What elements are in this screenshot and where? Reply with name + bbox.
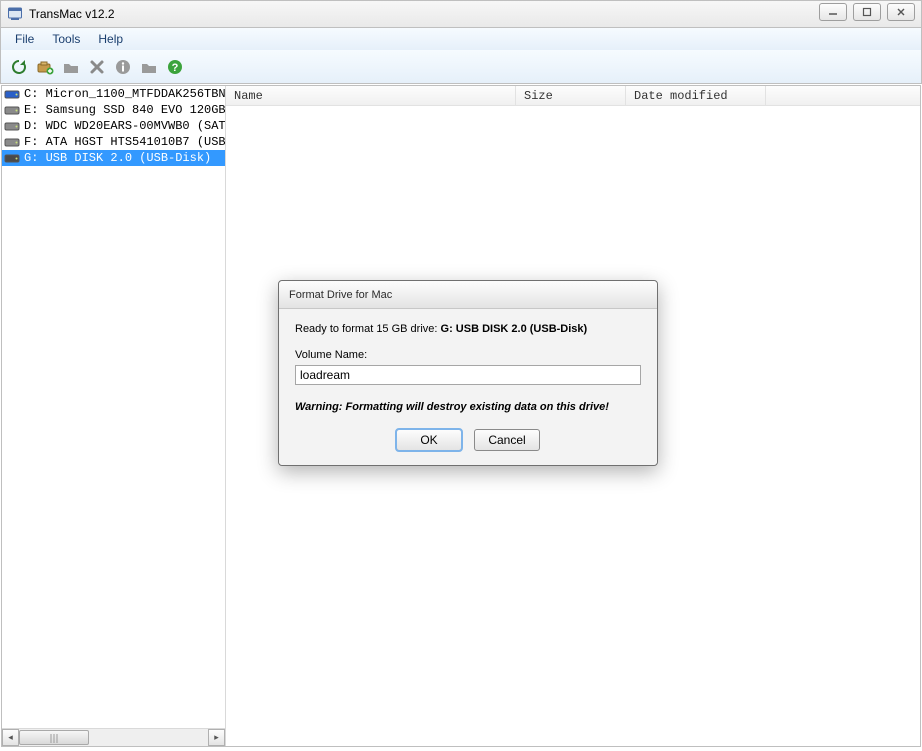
column-headers: Name Size Date modified xyxy=(226,86,920,106)
drive-icon xyxy=(4,88,20,100)
drive-label: E: Samsung SSD 840 EVO 120GB (S xyxy=(24,102,225,118)
scroll-thumb[interactable] xyxy=(19,730,89,745)
dialog-warning: Warning: Formatting will destroy existin… xyxy=(295,401,641,413)
tree-horizontal-scrollbar[interactable]: ◂ ▸ xyxy=(2,728,225,746)
drive-row[interactable]: E: Samsung SSD 840 EVO 120GB (S xyxy=(2,102,225,118)
dialog-ready-drive: G: USB DISK 2.0 (USB-Disk) xyxy=(441,323,588,335)
info-icon[interactable] xyxy=(113,57,133,77)
drive-icon xyxy=(4,120,20,132)
drive-icon xyxy=(4,152,20,164)
menubar: File Tools Help xyxy=(0,28,922,50)
refresh-icon[interactable] xyxy=(9,57,29,77)
drive-row[interactable]: G: USB DISK 2.0 (USB-Disk) xyxy=(2,150,225,166)
toolbar: ? xyxy=(0,50,922,84)
drive-icon xyxy=(4,136,20,148)
drive-label: C: Micron_1100_MTFDDAK256TBN (S xyxy=(24,86,225,102)
copy-icon[interactable] xyxy=(139,57,159,77)
format-drive-dialog: Format Drive for Mac Ready to format 15 … xyxy=(278,280,658,466)
app-icon xyxy=(7,6,23,22)
scroll-left-button[interactable]: ◂ xyxy=(2,729,19,746)
drive-label: D: WDC WD20EARS-00MVWB0 (SATA-D xyxy=(24,118,225,134)
menu-help[interactable]: Help xyxy=(90,30,131,48)
menu-file[interactable]: File xyxy=(7,30,42,48)
column-size[interactable]: Size xyxy=(516,86,626,105)
ok-button[interactable]: OK xyxy=(396,429,462,451)
cancel-button[interactable]: Cancel xyxy=(474,429,540,451)
delete-icon[interactable] xyxy=(87,57,107,77)
column-spacer xyxy=(766,86,920,105)
volume-name-label: Volume Name: xyxy=(295,349,641,361)
column-date[interactable]: Date modified xyxy=(626,86,766,105)
column-name[interactable]: Name xyxy=(226,86,516,105)
scroll-track[interactable] xyxy=(19,729,208,746)
drive-tree[interactable]: C: Micron_1100_MTFDDAK256TBN (SE: Samsun… xyxy=(2,86,225,728)
dialog-ready-line: Ready to format 15 GB drive: G: USB DISK… xyxy=(295,323,641,335)
drive-row[interactable]: F: ATA HGST HTS541010B7 (USB-Dis xyxy=(2,134,225,150)
drive-tree-pane: C: Micron_1100_MTFDDAK256TBN (SE: Samsun… xyxy=(2,86,226,746)
menu-tools[interactable]: Tools xyxy=(44,30,88,48)
window-close-button[interactable] xyxy=(887,3,915,21)
svg-text:?: ? xyxy=(172,62,179,74)
drive-row[interactable]: D: WDC WD20EARS-00MVWB0 (SATA-D xyxy=(2,118,225,134)
window-title: TransMac v12.2 xyxy=(29,7,115,21)
help-icon[interactable]: ? xyxy=(165,57,185,77)
window-maximize-button[interactable] xyxy=(853,3,881,21)
drive-label: G: USB DISK 2.0 (USB-Disk) xyxy=(24,150,211,166)
window-titlebar: TransMac v12.2 xyxy=(0,0,922,28)
drive-label: F: ATA HGST HTS541010B7 (USB-Dis xyxy=(24,134,225,150)
folder-icon[interactable] xyxy=(61,57,81,77)
scroll-right-button[interactable]: ▸ xyxy=(208,729,225,746)
window-minimize-button[interactable] xyxy=(819,3,847,21)
dialog-title: Format Drive for Mac xyxy=(279,281,657,309)
drive-row[interactable]: C: Micron_1100_MTFDDAK256TBN (S xyxy=(2,86,225,102)
add-drive-icon[interactable] xyxy=(35,57,55,77)
drive-icon xyxy=(4,104,20,116)
volume-name-input[interactable] xyxy=(295,365,641,385)
dialog-ready-prefix: Ready to format 15 GB drive: xyxy=(295,323,441,335)
